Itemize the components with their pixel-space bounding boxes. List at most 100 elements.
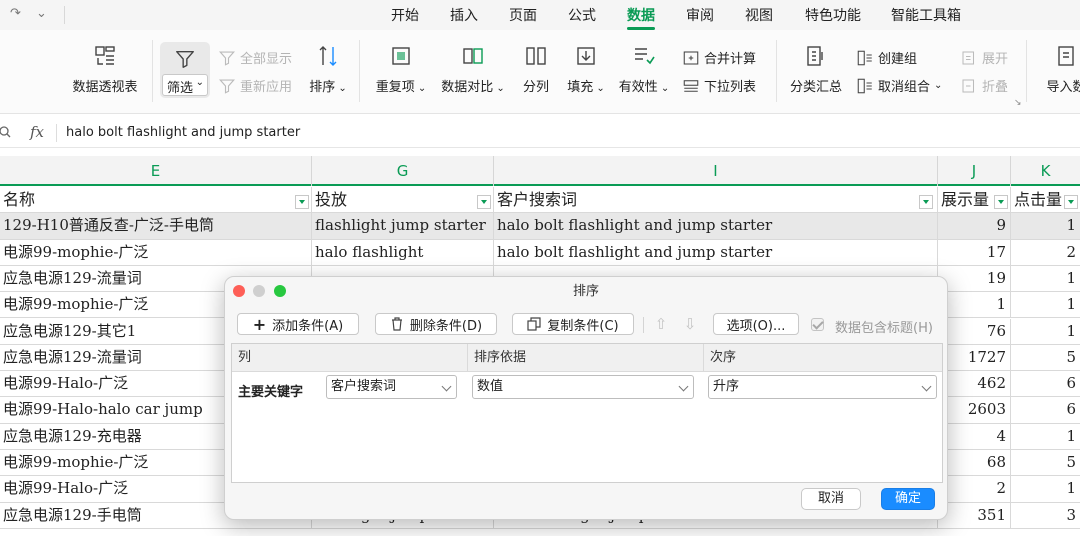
tab-page[interactable]: 页面 bbox=[509, 5, 537, 25]
table-cell[interactable]: 1727 bbox=[938, 344, 1011, 371]
table-cell[interactable]: 客户搜索词 bbox=[494, 187, 938, 213]
tab-insert[interactable]: 插入 bbox=[450, 5, 478, 25]
column-header-e[interactable]: E bbox=[0, 156, 312, 186]
table-cell[interactable]: 5 bbox=[1011, 345, 1080, 370]
data-compare-button[interactable]: 数据对比 ⌄ bbox=[438, 44, 508, 95]
table-cell[interactable]: 点击量 bbox=[1011, 187, 1080, 212]
tab-start[interactable]: 开始 bbox=[391, 5, 419, 25]
reapply-button[interactable]: 重新应用 bbox=[218, 76, 292, 95]
tab-review[interactable]: 审阅 bbox=[686, 5, 714, 25]
table-cell[interactable]: 17 bbox=[938, 239, 1011, 265]
table-cell[interactable]: 4 bbox=[938, 423, 1011, 449]
table-cell[interactable]: halo bolt flashlight and jump starter bbox=[494, 213, 938, 239]
tab-data[interactable]: 数据 bbox=[627, 5, 655, 30]
table-cell[interactable]: 9 bbox=[938, 213, 1011, 239]
options-button[interactable]: 选项(O)... bbox=[713, 313, 799, 335]
table-cell[interactable]: 5 bbox=[1011, 450, 1080, 475]
table-cell[interactable]: 129-H10普通反查-广泛-手电筒 bbox=[0, 213, 312, 239]
filter-button[interactable]: 筛选 ⌄ bbox=[160, 42, 210, 98]
collapse-button[interactable]: 折叠 bbox=[960, 76, 1008, 95]
tab-view[interactable]: 视图 bbox=[745, 5, 773, 25]
copy-condition-button[interactable]: 复制条件(C) bbox=[512, 313, 634, 335]
redo-icon[interactable]: ↷ bbox=[10, 6, 21, 21]
minimize-window-button[interactable] bbox=[253, 285, 265, 297]
table-cell[interactable]: 电源99-mophie-广泛 bbox=[0, 239, 312, 265]
dropdown-list-button[interactable]: 下拉列表 bbox=[682, 76, 756, 95]
table-cell[interactable]: 1 bbox=[1011, 213, 1080, 238]
basis-select[interactable]: 数值 bbox=[472, 375, 694, 399]
formula-input[interactable]: halo bolt flashlight and jump starter bbox=[66, 125, 300, 140]
expand-button[interactable]: 展开 bbox=[960, 48, 1008, 67]
group-expander-icon[interactable]: ↘ bbox=[1014, 98, 1022, 108]
import-data-button[interactable]: 导入数 bbox=[1036, 44, 1080, 95]
table-cell[interactable]: 名称 bbox=[0, 187, 312, 213]
table-cell[interactable]: 68 bbox=[938, 450, 1011, 476]
table-cell[interactable]: 2603 bbox=[938, 397, 1011, 423]
table-cell[interactable]: 1 bbox=[1011, 292, 1080, 317]
table-cell[interactable]: 1 bbox=[1011, 319, 1080, 344]
filter-dropdown-icon[interactable] bbox=[295, 195, 309, 209]
move-up-icon[interactable]: ⇧ bbox=[651, 314, 671, 334]
maximize-window-button[interactable] bbox=[274, 285, 286, 297]
validity-icon bbox=[632, 44, 656, 68]
column-header-g[interactable]: G bbox=[312, 156, 494, 186]
table-cell[interactable]: 2 bbox=[938, 476, 1011, 502]
table-cell[interactable]: 351 bbox=[938, 502, 1011, 528]
cancel-button[interactable]: 取消 bbox=[801, 488, 861, 510]
table-cell[interactable]: flashlight jump starter bbox=[312, 213, 494, 239]
table-cell[interactable]: halo flashlight bbox=[312, 239, 494, 265]
table-cell[interactable]: 6 bbox=[1011, 397, 1080, 422]
conditions-header: 列 排序依据 次序 bbox=[232, 344, 942, 372]
move-down-icon[interactable]: ⇩ bbox=[680, 314, 700, 334]
zoom-icon[interactable] bbox=[0, 125, 14, 139]
table-cell[interactable]: 1 bbox=[938, 292, 1011, 318]
split-column-button[interactable]: 分列 bbox=[518, 44, 554, 95]
filter-dropdown-icon[interactable] bbox=[1064, 195, 1078, 209]
sort-button[interactable]: 排序 ⌄ bbox=[306, 44, 350, 95]
copy-icon bbox=[527, 317, 541, 331]
tab-special[interactable]: 特色功能 bbox=[805, 5, 861, 25]
merge-calc-button[interactable]: 合并计算 bbox=[682, 48, 756, 67]
table-cell[interactable]: 1 bbox=[1011, 266, 1080, 291]
basis-select-value: 数值 bbox=[477, 379, 504, 394]
show-all-button[interactable]: 全部显示 bbox=[218, 48, 292, 67]
table-cell[interactable]: 6 bbox=[1011, 371, 1080, 396]
table-cell[interactable]: 2 bbox=[1011, 240, 1080, 265]
filter-dropdown[interactable]: 筛选 ⌄ bbox=[162, 74, 208, 96]
table-cell[interactable]: 76 bbox=[938, 318, 1011, 344]
ungroup-button[interactable]: 取消组合 ⌄ bbox=[856, 76, 942, 95]
ok-button[interactable]: 确定 bbox=[881, 488, 935, 510]
fill-button[interactable]: 填充 ⌄ bbox=[564, 44, 608, 95]
table-cell[interactable]: 1 bbox=[1011, 424, 1080, 449]
fx-icon[interactable]: fx bbox=[30, 123, 44, 141]
column-header-k[interactable]: K bbox=[1011, 156, 1080, 186]
duplicates-button[interactable]: 重复项 ⌄ bbox=[372, 44, 430, 95]
table-cell[interactable]: 1 bbox=[1011, 476, 1080, 501]
import-data-icon bbox=[1054, 44, 1078, 68]
table-cell[interactable]: 展示量 bbox=[938, 187, 1011, 213]
column-header-j[interactable]: J bbox=[938, 156, 1011, 186]
column-select[interactable]: 客户搜索词 bbox=[326, 375, 457, 399]
close-window-button[interactable] bbox=[233, 285, 245, 297]
table-cell[interactable]: halo bolt flashlight and jump starter bbox=[494, 239, 938, 265]
add-condition-button[interactable]: + 添加条件(A) bbox=[237, 313, 359, 335]
create-group-icon bbox=[856, 49, 874, 67]
chevron-down-icon[interactable]: ⌄ bbox=[36, 6, 47, 21]
table-cell[interactable]: 投放 bbox=[312, 187, 494, 213]
tab-formula[interactable]: 公式 bbox=[568, 5, 596, 25]
order-select[interactable]: 升序 bbox=[708, 375, 937, 399]
tab-smart-tools[interactable]: 智能工具箱 bbox=[891, 5, 961, 25]
column-header-i[interactable]: I bbox=[494, 156, 938, 186]
filter-dropdown-icon[interactable] bbox=[477, 195, 491, 209]
filter-dropdown-icon[interactable] bbox=[919, 195, 933, 209]
table-cell[interactable]: 462 bbox=[938, 371, 1011, 397]
has-header-checkbox[interactable] bbox=[811, 318, 824, 331]
delete-condition-button[interactable]: 删除条件(D) bbox=[375, 313, 497, 335]
validity-button[interactable]: 有效性 ⌄ bbox=[616, 44, 672, 95]
table-cell[interactable]: 19 bbox=[938, 265, 1011, 292]
table-cell[interactable]: 3 bbox=[1011, 503, 1080, 528]
pivot-table-button[interactable]: 数据透视表 bbox=[70, 44, 140, 95]
create-group-button[interactable]: 创建组 bbox=[856, 48, 917, 67]
subtotal-button[interactable]: 分类汇总 bbox=[788, 44, 844, 95]
filter-dropdown-icon[interactable] bbox=[994, 195, 1008, 209]
